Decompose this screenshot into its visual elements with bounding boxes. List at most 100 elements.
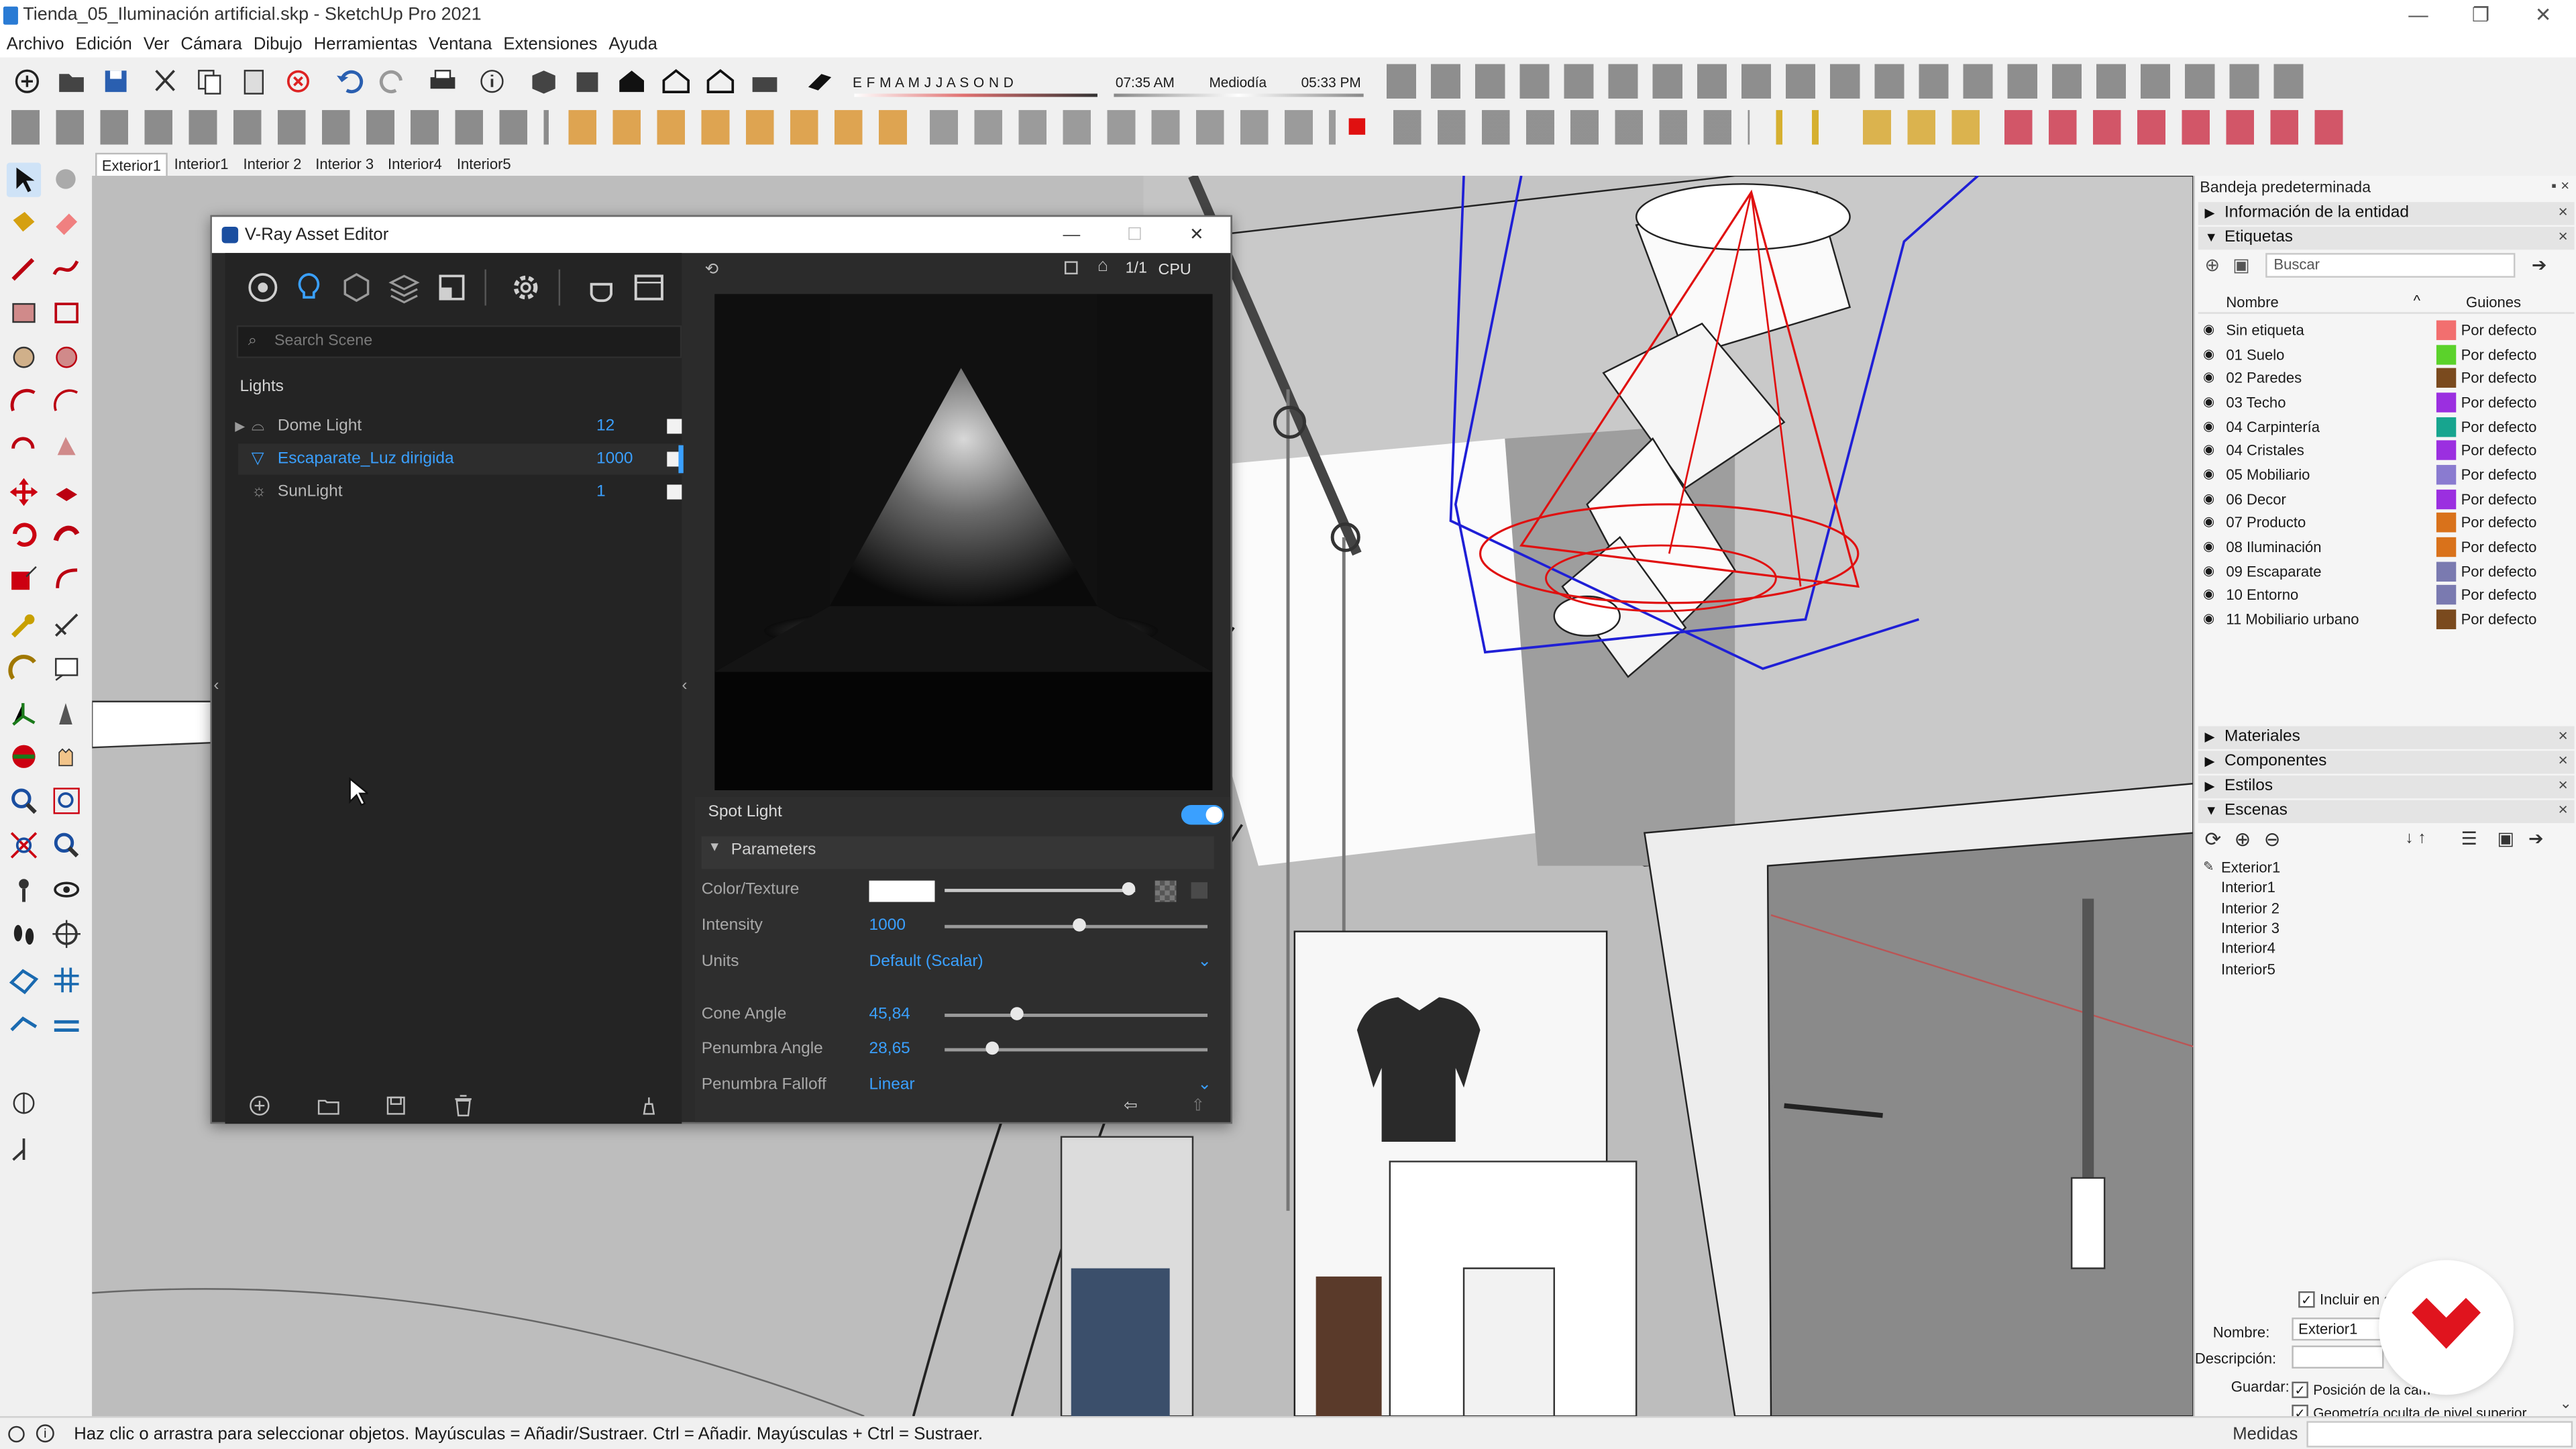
open-folder-icon[interactable] — [317, 1094, 340, 1117]
select-arrow-icon[interactable] — [6, 162, 42, 197]
tag-dash-style[interactable]: Por defecto — [2461, 415, 2537, 439]
sandbox-scratch-icon[interactable] — [49, 963, 83, 997]
two-point-arc-icon[interactable] — [49, 384, 83, 419]
tag-dash-style[interactable]: Por defecto — [2461, 535, 2537, 559]
preview-scene-icon[interactable] — [1064, 261, 1078, 274]
eraser-icon[interactable] — [49, 205, 83, 239]
add-tag-icon[interactable]: ⊕ — [2205, 255, 2220, 276]
components-panel-header[interactable]: ▶ Componentes × — [2198, 751, 2575, 774]
tag-color-swatch[interactable] — [2436, 488, 2457, 509]
polygon-icon[interactable] — [49, 340, 83, 374]
menu-herramientas[interactable]: Herramientas — [314, 32, 417, 58]
textures-category-icon[interactable] — [386, 270, 423, 306]
light-row-sun[interactable]: ☼ SunLight 1 — [238, 476, 682, 508]
add-tag-folder-icon[interactable]: ▣ — [2233, 255, 2249, 276]
menu-ventana[interactable]: Ventana — [429, 32, 492, 58]
column-dashes[interactable]: Guiones — [2466, 290, 2521, 313]
scene-search-input[interactable]: ⌕ Search Scene — [236, 325, 682, 358]
visibility-eye-icon[interactable]: ◉ — [2203, 367, 2214, 391]
tag-dash-style[interactable]: Por defecto — [2461, 343, 2537, 367]
purge-icon[interactable] — [637, 1094, 660, 1117]
tag-dash-style[interactable]: Por defecto — [2461, 608, 2537, 632]
penumbra-angle-value[interactable]: 28,65 — [869, 1033, 910, 1066]
tag-dash-style[interactable]: Por defecto — [2461, 511, 2537, 535]
zoom-window-icon[interactable] — [49, 784, 83, 818]
tape-measure-icon[interactable] — [7, 608, 41, 642]
vray-stop-icon[interactable] — [1348, 118, 1366, 135]
tag-name[interactable]: Sin etiqueta — [2226, 319, 2304, 343]
vray-close-button[interactable]: ✕ — [1189, 217, 1204, 253]
tag-name[interactable]: 10 Entorno — [2226, 584, 2298, 608]
close-panel-icon[interactable]: × — [2558, 726, 2567, 749]
tag-name[interactable]: 11 Mobiliario urbano — [2226, 608, 2359, 632]
tag-search-input[interactable]: Buscar — [2265, 253, 2516, 278]
render-elements-category-icon[interactable] — [434, 270, 470, 306]
look-around-icon[interactable] — [49, 872, 83, 906]
dimension-icon[interactable] — [49, 608, 83, 642]
vray-utilities-group[interactable] — [1388, 110, 1750, 145]
pencil-tools-group[interactable] — [1766, 110, 1840, 145]
line-pencil-icon[interactable] — [7, 252, 41, 286]
tag-row[interactable]: ◉ Sin etiqueta Por defecto — [2202, 319, 2571, 343]
tag-color-swatch[interactable] — [2436, 561, 2457, 581]
tag-color-swatch[interactable] — [2436, 585, 2457, 605]
tag-color-swatch[interactable] — [2436, 537, 2457, 557]
menu-archivo[interactable]: Archivo — [7, 32, 64, 58]
new-file-icon[interactable] — [10, 64, 44, 99]
color-swatch[interactable] — [869, 880, 935, 902]
menu-ver[interactable]: Ver — [144, 32, 170, 58]
scenes-panel-header[interactable]: ▼ Escenas × — [2198, 800, 2575, 823]
frame-buffer-icon[interactable] — [631, 270, 667, 306]
zoom-icon[interactable] — [7, 784, 41, 818]
tag-row[interactable]: ◉ 04 Cristales Por defecto — [2202, 439, 2571, 463]
visibility-eye-icon[interactable]: ◉ — [2203, 608, 2214, 632]
tag-dash-style[interactable]: Por defecto — [2461, 559, 2537, 584]
right-view-icon[interactable] — [659, 64, 693, 99]
tab-interior-3[interactable]: Interior 3 — [311, 153, 379, 176]
left-view-icon[interactable] — [747, 64, 782, 99]
cut-icon[interactable] — [148, 64, 182, 99]
vray-tools-group[interactable] — [6, 110, 549, 145]
push-pull-icon[interactable] — [49, 475, 83, 509]
light-row-dome[interactable]: ▶ ⌓ Dome Light 12 — [235, 411, 682, 442]
tab-interior5[interactable]: Interior5 — [451, 153, 516, 176]
walk-icon[interactable] — [7, 917, 41, 951]
offset-icon[interactable] — [49, 562, 83, 596]
visibility-eye-icon[interactable]: ◉ — [2203, 343, 2214, 367]
parameters-header[interactable]: ▼ Parameters — [701, 836, 1214, 869]
color-slider-knob[interactable] — [1122, 882, 1136, 896]
protractor-icon[interactable] — [7, 652, 41, 686]
sort-up-icon[interactable]: ^ — [2414, 289, 2420, 312]
visibility-eye-icon[interactable]: ◉ — [2203, 463, 2214, 487]
sandbox-stamp-icon[interactable] — [49, 1007, 83, 1041]
tag-row[interactable]: ◉ 11 Mobiliario urbano Por defecto — [2202, 608, 2571, 632]
tag-name[interactable]: 04 Carpintería — [2226, 415, 2320, 439]
add-asset-icon[interactable] — [248, 1094, 271, 1117]
color-slider-track[interactable] — [945, 888, 1136, 892]
close-panel-icon[interactable]: × — [2558, 775, 2567, 798]
tag-color-swatch[interactable] — [2436, 344, 2457, 364]
arc-icon[interactable] — [7, 384, 41, 419]
collapse-left-icon[interactable]: ‹ — [213, 677, 219, 695]
texture-map-button[interactable] — [1191, 882, 1208, 899]
pie-icon[interactable] — [49, 429, 83, 463]
tag-name[interactable]: 09 Escaparate — [2226, 559, 2321, 584]
orbit-icon[interactable] — [7, 739, 41, 773]
tags-panel-header[interactable]: ▼ Etiquetas × — [2198, 226, 2575, 250]
light-enable-checkbox[interactable] — [667, 419, 682, 434]
close-window-button[interactable]: ✕ — [2514, 0, 2573, 32]
move-scene-down-icon[interactable]: ↓ ↑ — [2405, 830, 2426, 848]
zoom-extents-icon[interactable] — [7, 828, 41, 862]
tag-color-swatch[interactable] — [2436, 417, 2457, 437]
tag-color-swatch[interactable] — [2436, 609, 2457, 629]
copy-icon[interactable] — [193, 64, 227, 99]
tray-close-icon[interactable]: ▪ × — [2551, 177, 2569, 193]
time-slider[interactable] — [1114, 93, 1364, 97]
scene-item-active[interactable]: Exterior1 — [2221, 859, 2280, 875]
rotate-icon[interactable] — [7, 517, 41, 551]
scroll-down-icon[interactable]: ⌄ — [2560, 1395, 2572, 1413]
tag-dash-style[interactable]: Por defecto — [2461, 319, 2537, 343]
measurements-input[interactable] — [2306, 1421, 2573, 1448]
lasso-select-icon[interactable] — [49, 162, 83, 197]
delete-asset-icon[interactable] — [451, 1094, 474, 1117]
